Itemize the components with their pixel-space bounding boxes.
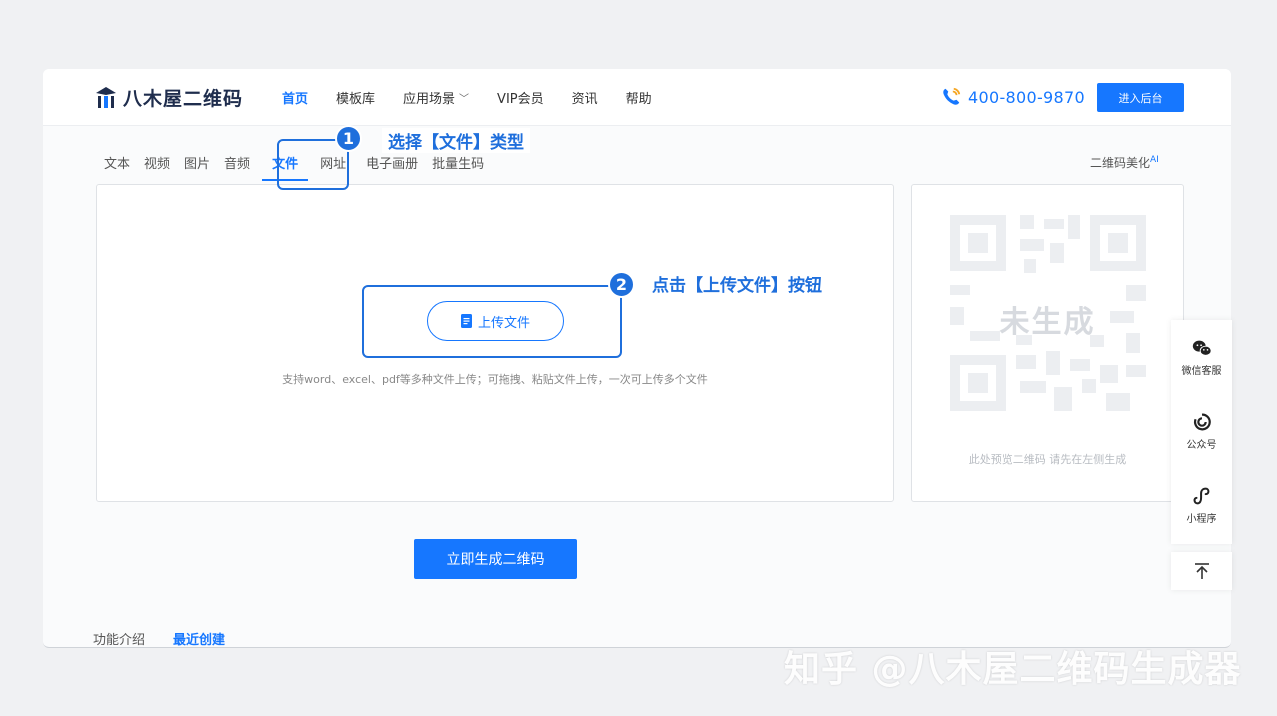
- step1-badge: 1: [335, 125, 362, 152]
- tab-text[interactable]: 文本: [104, 153, 130, 172]
- tab-batch[interactable]: 批量生码: [432, 153, 484, 172]
- generate-qr-button[interactable]: 立即生成二维码: [414, 539, 577, 579]
- mini-program-button[interactable]: 小程序: [1171, 468, 1232, 542]
- tab-features[interactable]: 功能介绍: [93, 629, 145, 647]
- tab-audio[interactable]: 音频: [224, 153, 250, 172]
- step1-note: 选择【文件】类型: [382, 128, 530, 153]
- logo-text: 八木屋二维码: [123, 88, 244, 110]
- wechat-icon: [1192, 340, 1212, 356]
- upload-hint: 支持word、excel、pdf等多种文件上传；可拖拽、粘贴文件上传，一次可上传…: [282, 373, 708, 386]
- top-header: 八木屋二维码 首页 模板库 应用场景 ﹀ VIP会员 资讯 帮助 400-800-…: [43, 69, 1231, 126]
- zhihu-watermark: 知乎 @八木屋二维码生成器: [784, 649, 1242, 690]
- official-account-button[interactable]: 公众号: [1171, 394, 1232, 468]
- tab-recent[interactable]: 最近创建: [173, 629, 225, 647]
- logo-icon: [96, 86, 116, 108]
- nav-news[interactable]: 资讯: [572, 88, 598, 107]
- nav-vip[interactable]: VIP会员: [497, 88, 544, 107]
- phone-number: 400-800-9870: [968, 87, 1085, 107]
- nav-help[interactable]: 帮助: [626, 88, 652, 107]
- mini-program-icon: [1193, 487, 1209, 505]
- enter-admin-button[interactable]: 进入后台: [1097, 83, 1184, 112]
- step2-note: 点击【上传文件】按钮: [652, 276, 822, 296]
- step2-highlight: [362, 285, 622, 358]
- nav-scenarios[interactable]: 应用场景 ﹀: [403, 88, 469, 107]
- qr-preview-panel: 未生成 此处预览二维码 请先在左侧生成: [911, 184, 1184, 502]
- back-to-top-button[interactable]: [1171, 552, 1232, 590]
- main-card: 八木屋二维码 首页 模板库 应用场景 ﹀ VIP会员 资讯 帮助 400-800-…: [43, 69, 1231, 648]
- qr-beautify-link[interactable]: 二维码美化AI: [1090, 154, 1159, 171]
- official-account-label: 公众号: [1186, 440, 1217, 451]
- tab-ebook[interactable]: 电子画册: [366, 153, 418, 172]
- tab-video[interactable]: 视频: [144, 153, 170, 172]
- qr-status-label: 未生成: [999, 305, 1096, 340]
- ai-tag: AI: [1150, 155, 1159, 165]
- step2-badge: 2: [608, 271, 635, 298]
- qr-preview-hint: 此处预览二维码 请先在左侧生成: [968, 453, 1127, 466]
- arrow-up-icon: [1194, 563, 1209, 579]
- right-float-bar: 微信客服 公众号 小程序: [1171, 320, 1232, 544]
- official-account-icon: [1193, 413, 1211, 431]
- bottom-tabs: 功能介绍 最近创建: [93, 629, 225, 647]
- logo[interactable]: 八木屋二维码: [93, 84, 243, 111]
- phone-contact: 400-800-9870: [940, 86, 1085, 108]
- nav-scenarios-label: 应用场景: [403, 92, 456, 107]
- main-nav: 首页 模板库 应用场景 ﹀ VIP会员 资讯 帮助: [282, 88, 680, 107]
- mini-program-label: 小程序: [1186, 514, 1217, 525]
- wechat-label: 微信客服: [1181, 366, 1222, 377]
- phone-icon: [943, 87, 961, 105]
- nav-home[interactable]: 首页: [282, 88, 308, 107]
- nav-templates[interactable]: 模板库: [336, 88, 375, 107]
- wechat-service-button[interactable]: 微信客服: [1171, 320, 1232, 394]
- beautify-label: 二维码美化: [1090, 156, 1151, 170]
- tab-image[interactable]: 图片: [184, 153, 210, 172]
- chevron-down-icon: ﹀: [459, 94, 470, 105]
